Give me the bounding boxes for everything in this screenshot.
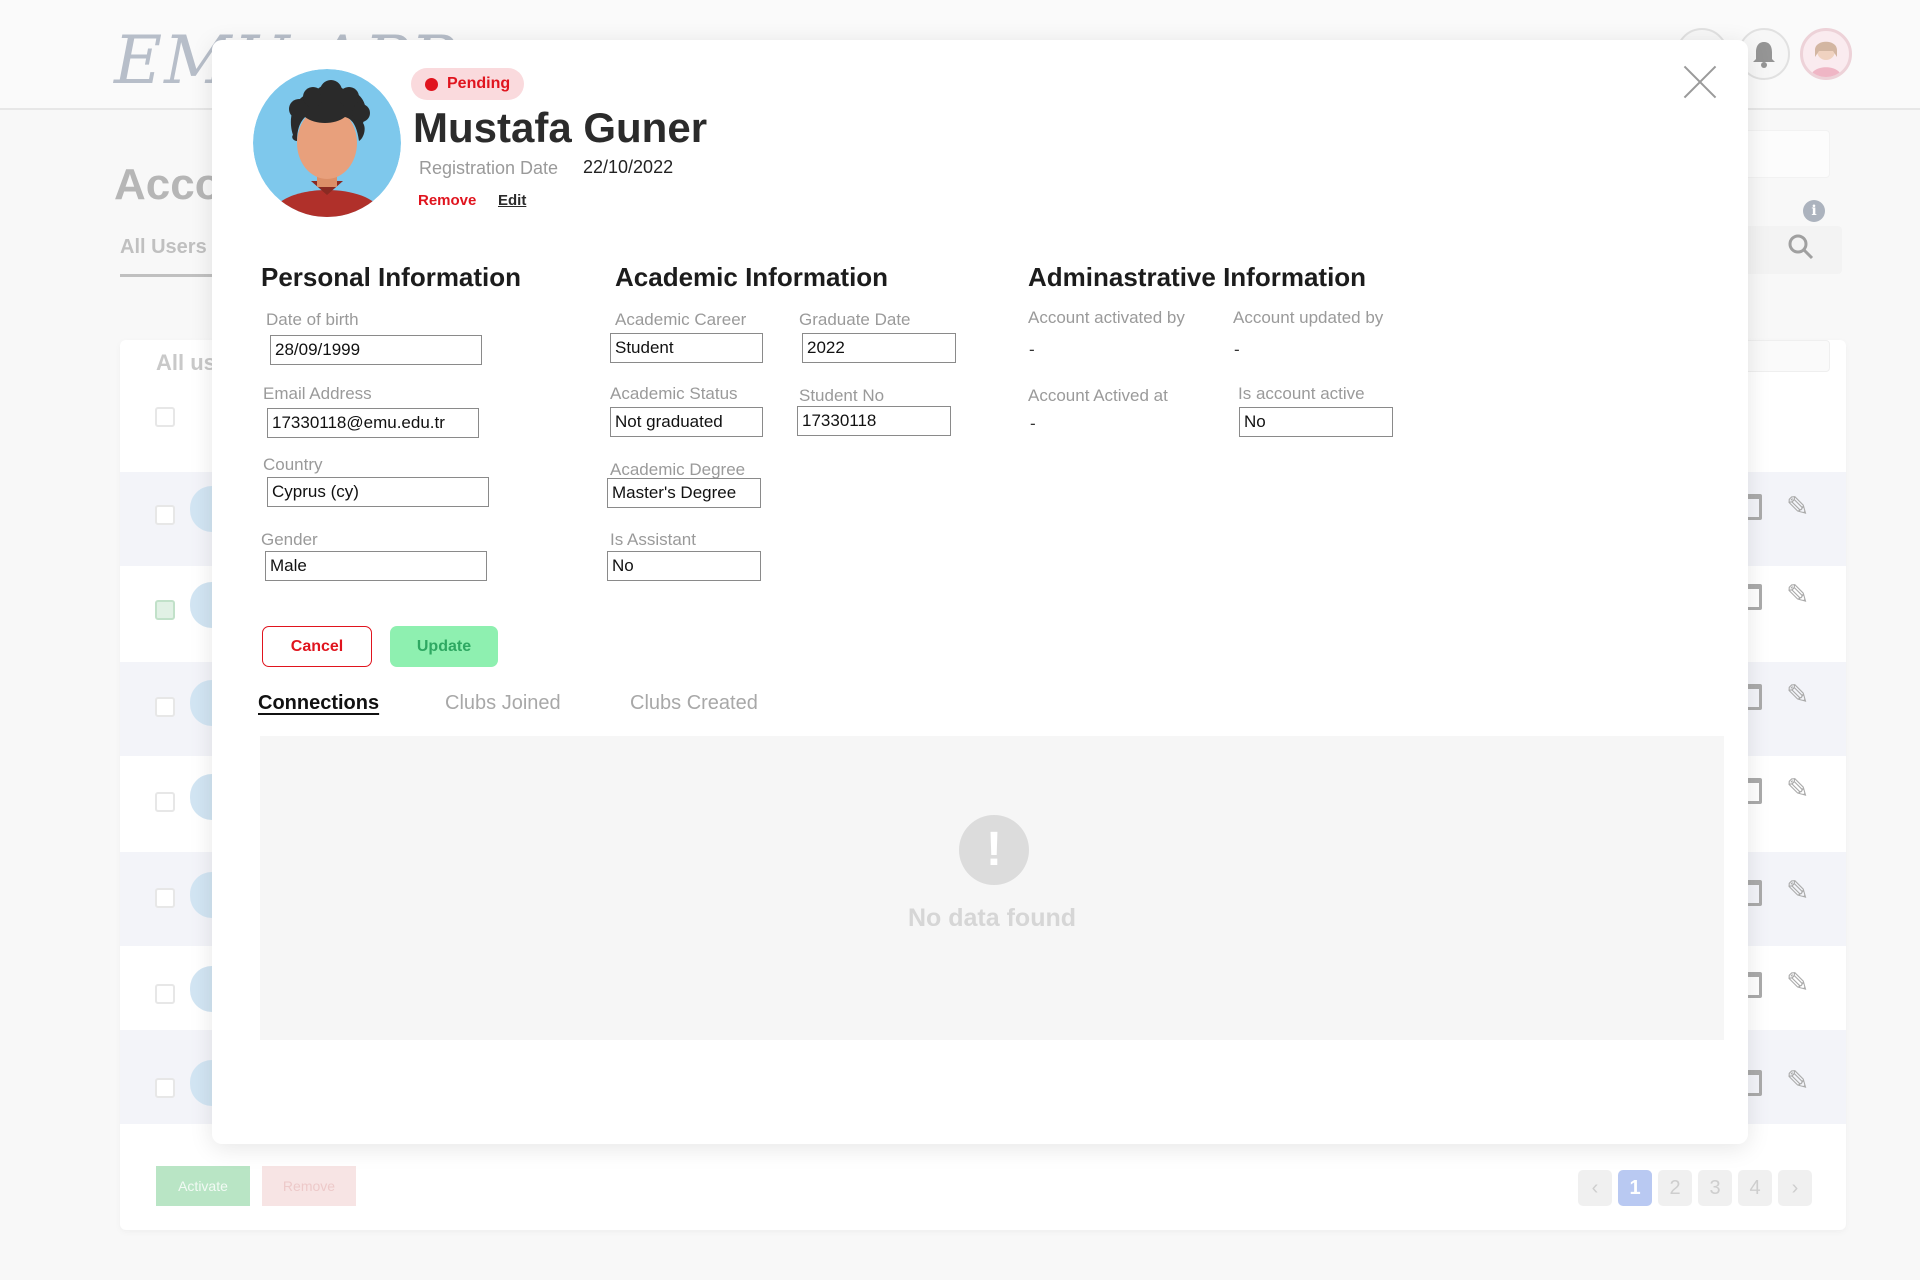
empty-state-message: No data found — [907, 904, 1077, 932]
student-no-field[interactable] — [797, 406, 951, 436]
registration-date-value: 22/10/2022 — [583, 157, 674, 177]
activated-by-label: Account activated by — [1028, 308, 1185, 327]
dob-label: Date of birth — [266, 310, 359, 329]
is-assistant-field[interactable] — [607, 551, 761, 581]
remove-user-link[interactable]: Remove — [418, 192, 476, 209]
user-detail-modal: Pending Mustafa Guner Registration Date … — [212, 40, 1748, 1144]
is-active-label: Is account active — [1238, 384, 1365, 403]
edit-user-link[interactable]: Edit — [498, 192, 526, 209]
administrative-info-title: Adminastrative Information — [1028, 262, 1367, 292]
activated-at-label: Account Actived at — [1028, 386, 1168, 405]
graduate-date-field[interactable] — [802, 333, 956, 363]
academic-career-label: Academic Career — [615, 310, 747, 329]
profile-avatar — [253, 69, 401, 217]
email-label: Email Address — [263, 384, 372, 403]
tab-connections[interactable]: Connections — [258, 692, 379, 715]
activated-by-value: - — [1029, 340, 1035, 359]
updated-by-value: - — [1234, 340, 1240, 359]
status-dot-icon — [425, 78, 438, 91]
update-button[interactable]: Update — [390, 626, 498, 667]
dob-field[interactable] — [270, 335, 482, 365]
graduate-date-label: Graduate Date — [799, 310, 911, 329]
user-name: Mustafa Guner — [413, 104, 708, 151]
academic-status-label: Academic Status — [610, 384, 738, 403]
academic-info-title: Academic Information — [615, 262, 889, 292]
close-icon[interactable] — [1680, 62, 1720, 102]
exclamation-icon: ! — [959, 815, 1029, 885]
cancel-button[interactable]: Cancel — [262, 626, 372, 667]
personal-info-title: Personal Information — [261, 262, 522, 292]
connections-panel: ! No data found — [260, 736, 1724, 1040]
is-assistant-label: Is Assistant — [610, 530, 696, 549]
academic-degree-label: Academic Degree — [610, 460, 746, 479]
country-label: Country — [263, 455, 323, 474]
status-badge: Pending — [411, 68, 525, 100]
gender-label: Gender — [261, 530, 318, 549]
status-text: Pending — [447, 75, 511, 92]
tab-clubs-joined[interactable]: Clubs Joined — [445, 692, 561, 715]
activated-at-value: - — [1030, 414, 1036, 433]
country-field[interactable] — [267, 477, 489, 507]
academic-degree-field[interactable] — [607, 478, 761, 508]
email-field[interactable] — [267, 408, 479, 438]
student-no-label: Student No — [799, 386, 885, 405]
gender-field[interactable] — [265, 551, 487, 581]
registration-date-label: Registration Date — [419, 158, 559, 178]
academic-status-field[interactable] — [610, 407, 763, 437]
academic-career-field[interactable] — [610, 333, 763, 363]
is-active-field[interactable] — [1239, 407, 1393, 437]
tab-clubs-created[interactable]: Clubs Created — [630, 692, 758, 715]
updated-by-label: Account updated by — [1233, 308, 1384, 327]
